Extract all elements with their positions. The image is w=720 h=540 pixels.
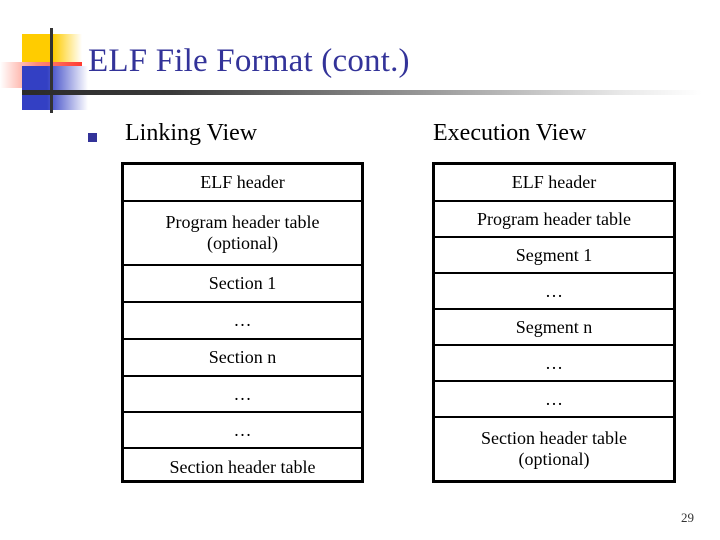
cell-line: (optional) [207,233,278,253]
cell-line: … [233,419,252,440]
table-cell-text: … [545,281,563,302]
table-row: … [435,274,673,310]
logo-vertical-bar [50,28,53,113]
cell-line: ELF header [200,172,285,193]
table-cell-text: … [234,310,252,331]
bullet-square-icon [88,133,97,142]
logo-red-square [0,62,82,88]
logo-blue-square [22,66,88,110]
table-row: Segment 1 [435,238,673,274]
cell-line: … [233,310,252,331]
title-divider-rule [22,90,702,95]
cell-line: … [233,383,252,404]
table-row: … [435,346,673,382]
table-row: Program header table (optional) [124,202,361,266]
table-row: Section header table [124,449,361,485]
table-cell-text: Section header table [170,457,316,478]
table-cell-text: Segment n [516,317,593,338]
table-cell-text: … [234,384,252,405]
table-row: … [124,413,361,449]
cell-line: … [545,388,563,409]
table-row: Program header table [435,202,673,238]
cell-line: Section header table [481,428,627,449]
table-cell-text: … [545,353,563,374]
cell-line: (optional) [518,449,590,469]
table-row: Section header table (optional) [435,418,673,480]
linking-view-table: ELF header Program header table (optional)… [121,162,364,483]
table-cell-text: ELF header [200,172,284,193]
table-cell-text: Section 1 [209,273,277,294]
execution-view-heading: Execution View [433,120,587,146]
cell-line: Program header table [165,212,320,233]
cell-line: Section 1 [208,273,277,294]
table-row: ELF header [124,165,361,202]
linking-view-heading: Linking View [125,120,258,146]
cell-line: … [545,352,563,373]
table-row: … [124,377,361,413]
table-row: Section n [124,340,361,377]
page-title: ELF File Format (cont.) [88,43,410,79]
table-row: … [124,303,361,340]
table-cell-text: Section n [209,347,277,368]
table-row: Section 1 [124,266,361,303]
execution-view-table: ELF header Program header table Segment 1 …… [432,162,676,483]
cell-line: Program header table [477,208,631,229]
table-row: … [435,382,673,418]
cell-line: Segment n [515,316,593,337]
table-cell-text: Program header table [477,209,631,230]
table-cell-text: Segment 1 [516,245,593,266]
table-cell-text: … [234,420,252,441]
page-number: 29 [681,510,694,525]
table-row: Segment n [435,310,673,346]
cell-line: Section header table [169,456,316,477]
cell-line: ELF header [511,172,597,193]
cell-line: … [545,280,563,301]
logo-yellow-square [22,34,82,68]
cell-line: Segment 1 [515,244,593,265]
table-cell-text: … [545,389,563,410]
cell-line: Section n [208,347,277,368]
table-row: ELF header [435,165,673,202]
table-cell-text: Program header table (optional) [166,212,320,253]
table-cell-text: Section header table (optional) [481,428,627,469]
table-cell-text: ELF header [512,172,596,193]
